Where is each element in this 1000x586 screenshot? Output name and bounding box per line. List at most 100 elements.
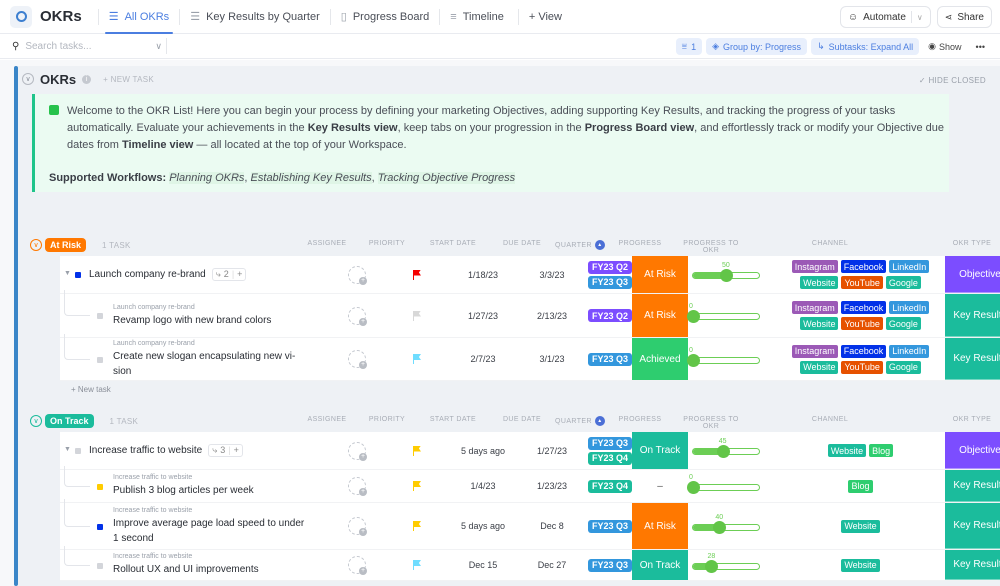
quarter-cell[interactable]: FY23 Q4 (580, 470, 640, 502)
assignee-cell[interactable] (332, 550, 382, 580)
parent-task-label[interactable]: Launch company re-brand (113, 304, 313, 311)
task-title[interactable]: Launch company re-brand ⤷ 2 | + (89, 267, 247, 282)
status-badge[interactable]: At Risk (45, 238, 87, 252)
task-row[interactable]: Launch company re-brand Create new slogan… (60, 334, 1000, 381)
expand-caret-icon[interactable]: ▼ (64, 270, 71, 277)
status-square[interactable] (75, 448, 81, 454)
slider-handle[interactable] (687, 480, 700, 494)
quarter-tag[interactable]: FY23 Q3 (587, 558, 633, 572)
add-subtask-icon[interactable]: + (234, 443, 239, 458)
parent-task-label[interactable]: Launch company re-brand (113, 340, 313, 347)
show-button[interactable]: ◉ Show (923, 41, 966, 52)
progress-slider[interactable]: 50 (692, 262, 760, 282)
quarter-cell[interactable]: FY23 Q3 FY23 Q4 (580, 432, 640, 469)
channel-tag[interactable]: Blog (869, 444, 894, 457)
channel-tag[interactable]: Instagram (791, 301, 838, 314)
quarter-tag[interactable]: FY23 Q3 (587, 275, 633, 289)
task-title-continued[interactable]: sion (113, 364, 313, 379)
slider-handle[interactable] (720, 269, 733, 282)
filter-button[interactable]: ⩸ 1 (675, 38, 703, 55)
task-row[interactable]: Increase traffic to website Rollout UX an… (60, 546, 1000, 581)
quarter-cell[interactable]: FY23 Q2 (580, 294, 640, 337)
status-square[interactable] (97, 483, 103, 490)
quarter-cell[interactable]: FY23 Q3 (580, 550, 640, 580)
task-title[interactable]: Increase traffic to website ⤷ 3 | + (89, 443, 243, 458)
due-date-cell[interactable]: Dec 8 (522, 503, 582, 549)
progress-slider[interactable]: 40 (692, 514, 760, 534)
okr-type-cell[interactable]: Objective (945, 256, 1000, 293)
okr-type-cell[interactable]: Key Results (945, 338, 1000, 380)
more-options-button[interactable]: ••• (971, 42, 990, 52)
channel-cell[interactable]: Website (788, 550, 933, 580)
quarter-tag[interactable]: FY23 Q4 (587, 479, 633, 493)
sort-asc-icon[interactable]: ▲ (594, 416, 605, 426)
progress-cell[interactable]: At Risk (632, 256, 688, 293)
channel-cell[interactable]: Website Blog (788, 432, 933, 469)
column-header-quarter[interactable]: QUARTER ▲ (550, 416, 610, 426)
add-assignee-icon[interactable] (348, 265, 367, 285)
new-task-button[interactable]: + NEW TASK (103, 75, 154, 84)
quarter-tag[interactable]: FY23 Q3 (587, 352, 633, 366)
expand-caret-icon[interactable]: ▼ (64, 446, 71, 453)
group-by-button[interactable]: ◈ Group by: Progress (706, 38, 808, 55)
column-header-start-date[interactable]: START DATE (418, 240, 488, 247)
tab-timeline[interactable]: ≡ Timeline (444, 0, 510, 34)
due-date-cell[interactable]: 1/27/23 (522, 432, 582, 469)
channel-tag[interactable]: LinkedIn (889, 260, 930, 273)
column-header-start-date[interactable]: START DATE (418, 416, 488, 423)
status-square[interactable] (97, 313, 103, 319)
priority-flag-icon[interactable] (413, 354, 421, 364)
channel-tag[interactable]: Website (841, 519, 880, 533)
task-name[interactable]: Increase traffic to website ⤷ 3 | + (89, 432, 243, 469)
quarter-cell[interactable]: FY23 Q3 (580, 503, 640, 549)
channel-tag[interactable]: YouTube (841, 360, 883, 374)
priority-flag-icon[interactable] (413, 481, 421, 491)
channel-tag[interactable]: Google (885, 317, 921, 330)
start-date-cell[interactable]: 5 days ago (448, 432, 518, 469)
task-title[interactable]: Publish 3 blog articles per week (113, 483, 313, 498)
priority-cell[interactable] (392, 256, 442, 293)
status-square[interactable] (97, 562, 103, 569)
task-title[interactable]: Create new slogan encapsulating new vi- (113, 349, 313, 364)
start-date-cell[interactable]: 1/27/23 (448, 294, 518, 337)
channel-tag[interactable]: YouTube (841, 317, 883, 330)
quarter-cell[interactable]: FY23 Q3 (580, 338, 640, 380)
channel-tag[interactable]: Website (827, 444, 867, 457)
column-header-assignee[interactable]: ASSIGNEE (302, 416, 352, 423)
subtasks-button[interactable]: ↳ Subtasks: Expand All (811, 38, 920, 55)
sort-asc-icon[interactable]: ▲ (594, 240, 605, 250)
start-date-cell[interactable]: 2/7/23 (448, 338, 518, 380)
assignee-cell[interactable] (332, 338, 382, 380)
task-name[interactable]: Increase traffic to website Improve avera… (113, 503, 313, 549)
column-header-progress[interactable]: PROGRESS (612, 240, 668, 247)
channel-tag[interactable]: Google (885, 276, 921, 289)
start-date-cell[interactable]: Dec 15 (448, 550, 518, 580)
automate-button[interactable]: ☺ Automate ∨ (839, 6, 931, 28)
parent-task-label[interactable]: Increase traffic to website (113, 474, 313, 481)
add-assignee-icon[interactable] (348, 350, 367, 369)
slider-handle[interactable] (687, 310, 700, 323)
task-title[interactable]: Revamp logo with new brand colors (113, 313, 313, 328)
status-square[interactable] (75, 272, 81, 278)
channel-tag[interactable]: Facebook (840, 301, 887, 314)
status-badge[interactable]: On Track (45, 414, 94, 428)
progress-slider[interactable]: 45 (692, 438, 760, 458)
slider-handle[interactable] (716, 445, 730, 458)
task-title-text[interactable]: Launch company re-brand (89, 269, 206, 280)
chevron-down-icon[interactable]: ∨ (917, 13, 923, 22)
column-header-okr-type[interactable]: OKR TYPE (942, 240, 1000, 247)
tab-all-okrs[interactable]: ☰ All OKRs (103, 0, 176, 34)
priority-cell[interactable] (392, 503, 442, 549)
quarter-cell[interactable]: FY23 Q2 FY23 Q3 (580, 256, 640, 293)
progress-slider[interactable]: 0 (687, 303, 760, 323)
collapse-icon[interactable]: ∨ (22, 73, 34, 85)
quarter-tag[interactable]: FY23 Q3 (587, 519, 633, 533)
start-date-cell[interactable]: 1/4/23 (448, 470, 518, 502)
task-title-continued[interactable]: 1 second (113, 531, 313, 546)
channel-tag[interactable]: Google (885, 360, 921, 374)
column-header-priority[interactable]: PRIORITY (362, 240, 412, 247)
due-date-cell[interactable]: 2/13/23 (522, 294, 582, 337)
subtask-count[interactable]: ⤷ 2 | + (211, 267, 247, 281)
column-header-assignee[interactable]: ASSIGNEE (302, 240, 352, 247)
quarter-tag[interactable]: FY23 Q2 (587, 309, 633, 322)
